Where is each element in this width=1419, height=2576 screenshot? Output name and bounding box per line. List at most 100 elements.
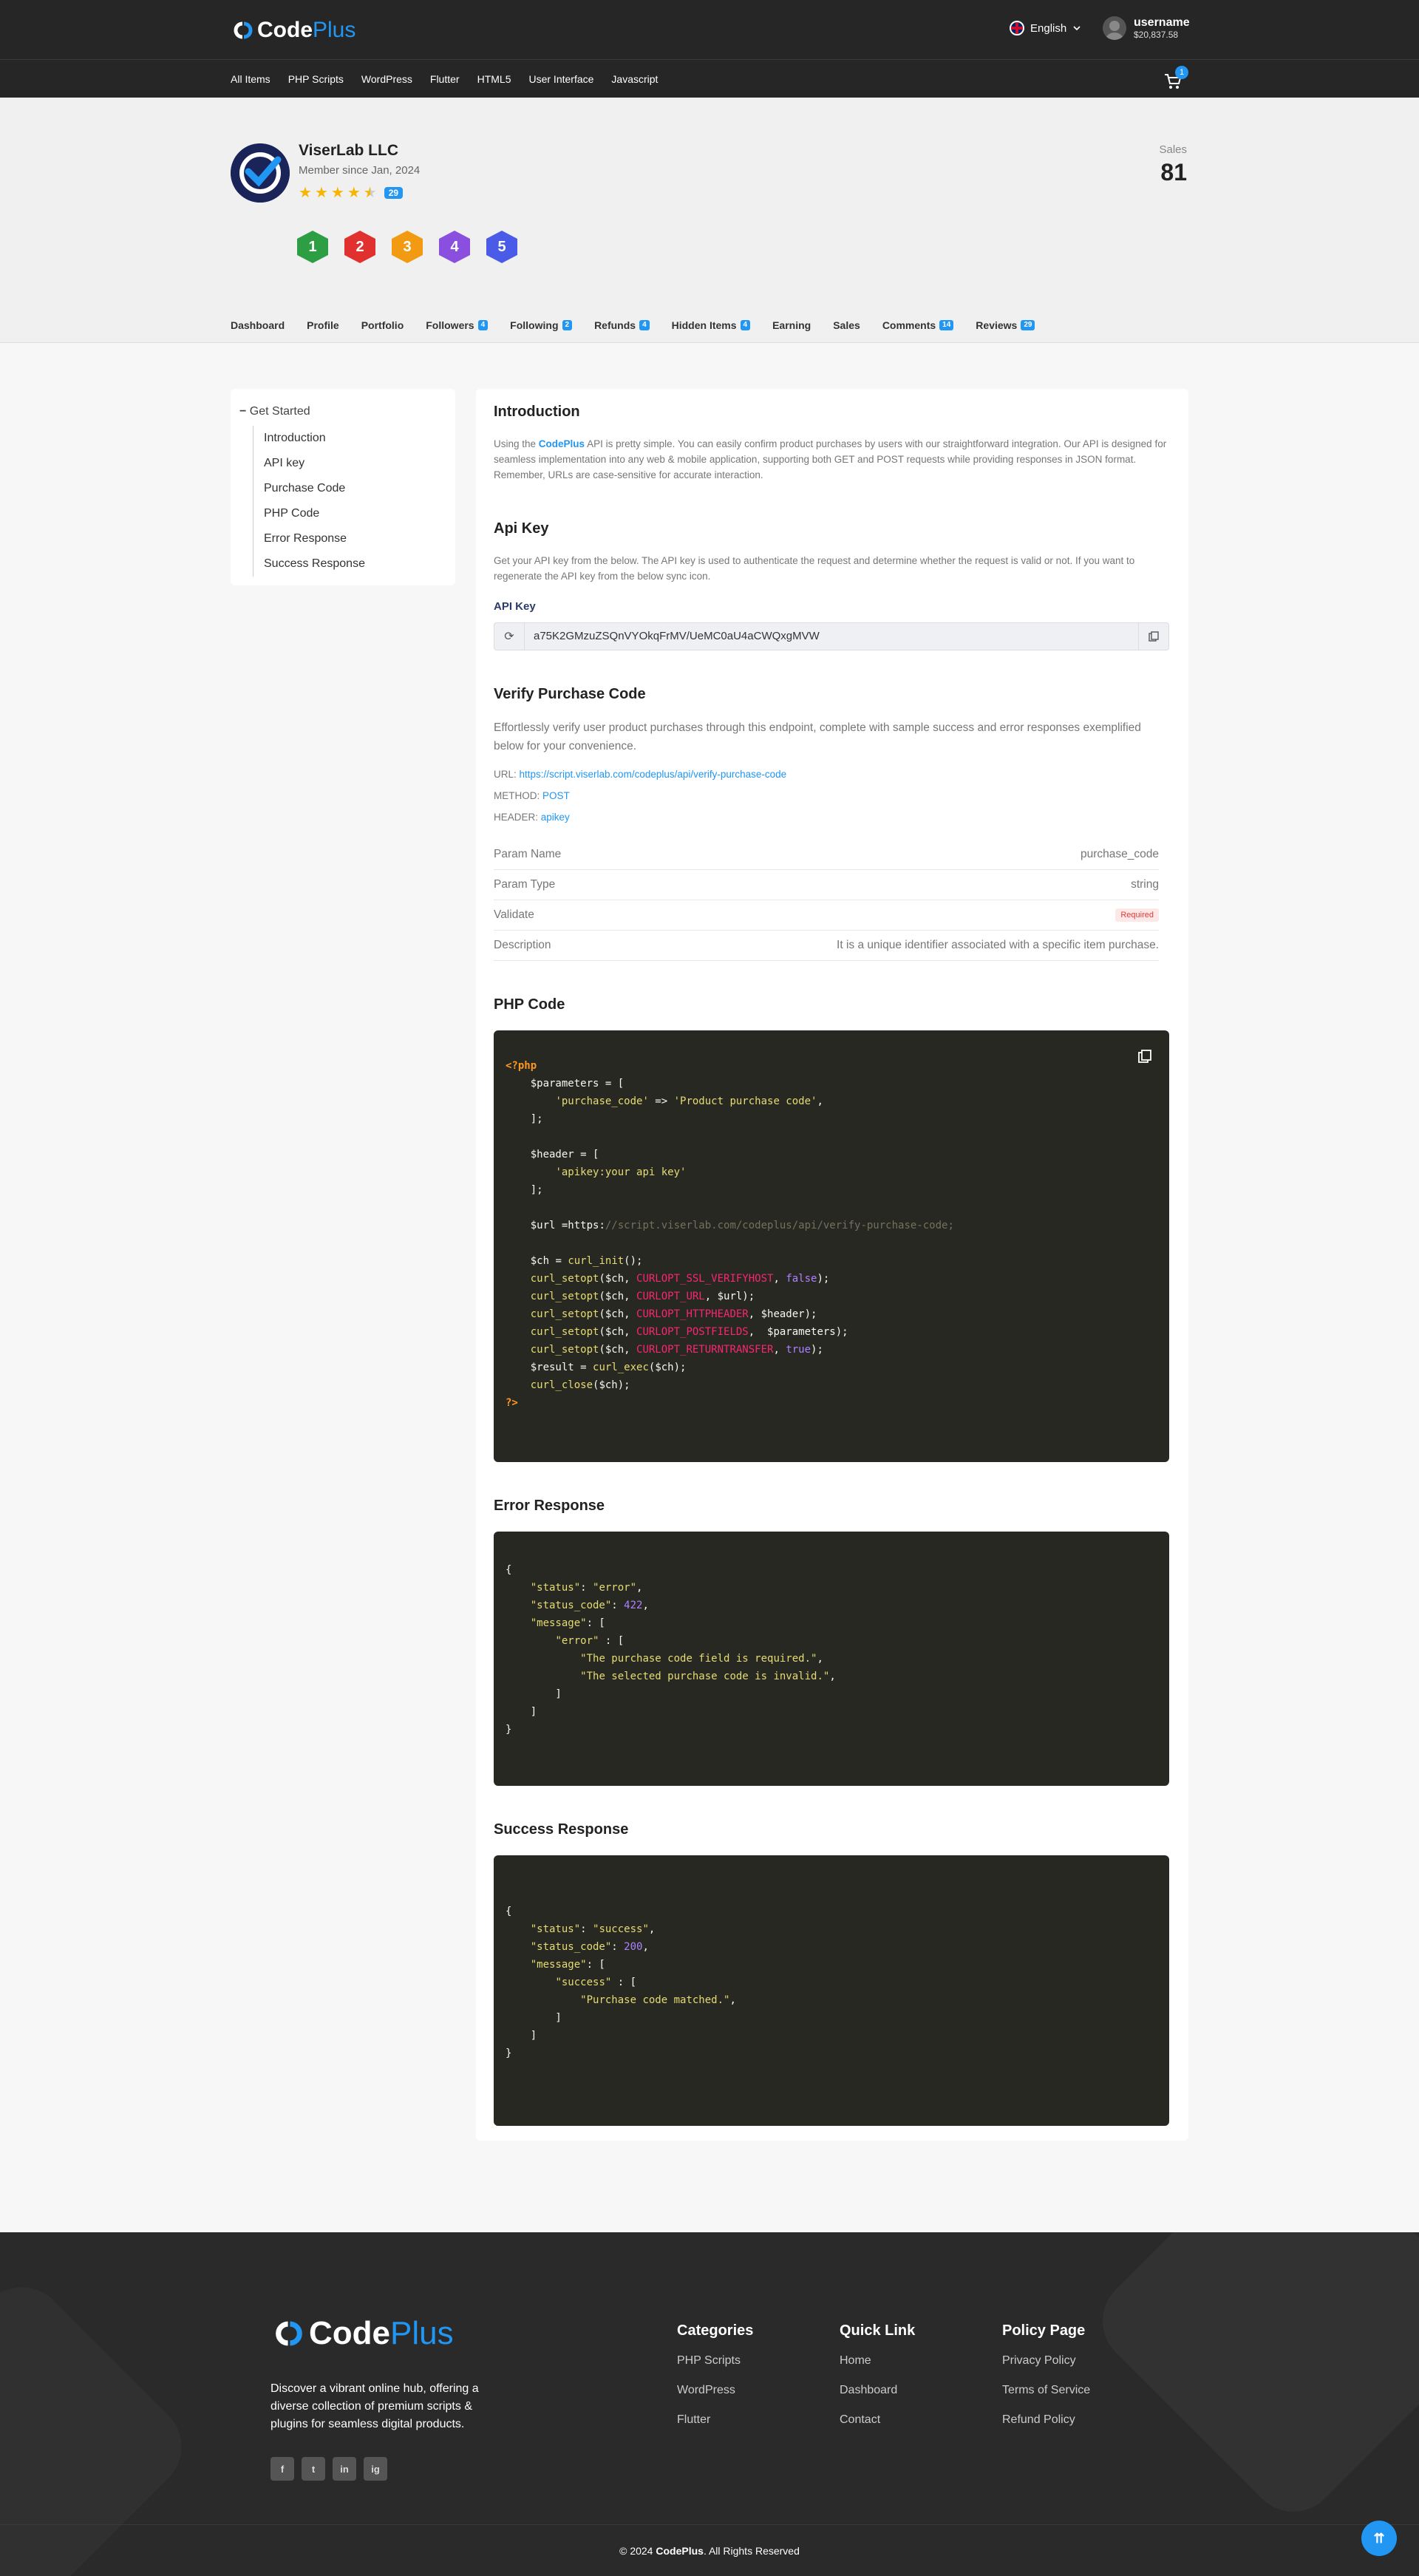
tab-following[interactable]: Following 2 xyxy=(510,319,573,331)
footer-link-php-scripts[interactable]: PHP Scripts xyxy=(677,2354,753,2384)
footer-column-policy-page: Policy Page Privacy Policy Terms of Servic… xyxy=(1002,2322,1090,2443)
footer-link-flutter[interactable]: Flutter xyxy=(677,2413,753,2443)
error-title: Error Response xyxy=(494,1498,605,1514)
level-badge: 3 xyxy=(392,231,423,263)
sidebar-item-php-code[interactable]: PHP Code xyxy=(264,501,365,526)
copy-icon[interactable] xyxy=(1139,623,1168,650)
tab-profile[interactable]: Profile xyxy=(307,319,339,331)
author-logo xyxy=(231,143,290,203)
language-selector[interactable]: English xyxy=(1010,21,1081,35)
username: username xyxy=(1134,16,1190,29)
instagram-icon[interactable]: ig xyxy=(364,2457,387,2481)
param-value: It is a unique identifier associated wit… xyxy=(837,939,1159,951)
level-badge: 2 xyxy=(344,231,375,263)
twitter-icon[interactable]: t xyxy=(302,2457,325,2481)
rating-stars: ★ ★ ★ ★ ★ 29 xyxy=(299,183,404,202)
php-code-block: <?php $parameters = [ 'purchase_code' =>… xyxy=(494,1030,1169,1462)
apikey-title: Api Key xyxy=(494,520,549,537)
param-row: Param Type string xyxy=(494,870,1159,900)
sidebar-heading-label: Get Started xyxy=(249,405,310,418)
user-menu[interactable]: username $20,837.58 xyxy=(1103,16,1190,40)
user-balance: $20,837.58 xyxy=(1134,30,1179,40)
footer-description: Discover a vibrant online hub, offering … xyxy=(270,2382,479,2430)
footer-logo[interactable]: Code Plus xyxy=(270,2315,454,2352)
cart-button[interactable]: 1 xyxy=(1163,66,1188,91)
sidebar-item-introduction[interactable]: Introduction xyxy=(264,426,365,451)
verify-url: URL: https://script.viserlab.com/codeplu… xyxy=(494,769,786,780)
member-since: Member since Jan, 2024 xyxy=(299,164,421,177)
footer-link-privacy-policy[interactable]: Privacy Policy xyxy=(1002,2354,1090,2384)
error-code-text: { "status": "error", "status_code": 422,… xyxy=(506,1564,836,1736)
sidebar-item-success-response[interactable]: Success Response xyxy=(264,551,365,577)
footer-link-terms-of-service[interactable]: Terms of Service xyxy=(1002,2384,1090,2413)
footer-link-wordpress[interactable]: WordPress xyxy=(677,2384,753,2413)
tab-earning[interactable]: Earning xyxy=(772,319,811,331)
star-icon: ★ xyxy=(330,185,344,201)
nav-item-wordpress[interactable]: WordPress xyxy=(361,73,412,85)
footer-column-categories: Categories PHP Scripts WordPress Flutter xyxy=(677,2322,753,2443)
nav-item-html5[interactable]: HTML5 xyxy=(477,73,511,85)
star-icon: ★ xyxy=(347,185,361,201)
footer-link-home[interactable]: Home xyxy=(840,2354,915,2384)
tab-sales[interactable]: Sales xyxy=(833,319,860,331)
tab-label: Refunds xyxy=(594,319,636,331)
logo-word-plus: Plus xyxy=(390,2315,454,2351)
viserlab-logo-icon xyxy=(231,143,290,203)
apikey-label: API Key xyxy=(494,600,536,613)
required-badge: Required xyxy=(1115,908,1159,922)
param-value: purchase_code xyxy=(1081,848,1159,860)
param-name: Param Type xyxy=(494,878,556,891)
sidebar-list: Introduction API key Purchase Code PHP Code… xyxy=(253,426,365,577)
verify-text: Effortlessly verify user product purchas… xyxy=(494,721,1141,752)
nav-item-flutter[interactable]: Flutter xyxy=(430,73,460,85)
tab-refunds[interactable]: Refunds 4 xyxy=(594,319,650,331)
sidebar-item-api-key[interactable]: API key xyxy=(264,451,365,476)
linkedin-icon[interactable]: in xyxy=(333,2457,356,2481)
intro-title: Introduction xyxy=(494,404,580,420)
facebook-icon[interactable]: f xyxy=(270,2457,294,2481)
copy-code-icon[interactable] xyxy=(1137,1048,1153,1064)
intro-text: Using the CodePlus API is pretty simple.… xyxy=(494,436,1171,483)
tab-label: Following xyxy=(510,319,559,331)
tab-dashboard[interactable]: Dashboard xyxy=(231,319,285,331)
nav-item-javascript[interactable]: Javascript xyxy=(611,73,658,85)
logo-word-code: Code xyxy=(309,2315,390,2351)
star-icon: ★ xyxy=(314,185,328,201)
profile-tabs: Dashboard Profile Portfolio Followers 4 Follo… xyxy=(231,319,1035,331)
site-logo[interactable]: Code Plus xyxy=(231,18,355,43)
double-chevron-up-icon: ⇈ xyxy=(1373,2530,1385,2546)
tab-followers[interactable]: Followers 4 xyxy=(426,319,489,331)
param-name: Description xyxy=(494,939,551,951)
tab-count-badge: 29 xyxy=(1021,320,1035,330)
tab-comments[interactable]: Comments 14 xyxy=(882,319,954,331)
logo-mark-icon xyxy=(276,2321,302,2346)
sync-icon[interactable]: ⟳ xyxy=(494,623,524,650)
footer-link-dashboard[interactable]: Dashboard xyxy=(840,2384,915,2413)
tab-reviews[interactable]: Reviews 29 xyxy=(976,319,1035,331)
success-title: Success Response xyxy=(494,1821,629,1838)
nav-item-user-interface[interactable]: User Interface xyxy=(528,73,593,85)
param-row: Description It is a unique identifier ass… xyxy=(494,931,1159,961)
sidebar-item-error-response[interactable]: Error Response xyxy=(264,526,365,551)
language-label: English xyxy=(1030,21,1067,35)
footer-column-title: Categories xyxy=(677,2322,754,2339)
scroll-to-top-button[interactable]: ⇈ xyxy=(1361,2521,1397,2556)
level-badges: 12345 xyxy=(297,231,517,263)
sales-summary: Sales 81 xyxy=(1159,143,1187,186)
footer-link-refund-policy[interactable]: Refund Policy xyxy=(1002,2413,1090,2443)
sidebar-item-purchase-code[interactable]: Purchase Code xyxy=(264,476,365,501)
tab-hidden-items[interactable]: Hidden Items 4 xyxy=(672,319,751,331)
nav-item-php-scripts[interactable]: PHP Scripts xyxy=(288,73,344,85)
footer-link-contact[interactable]: Contact xyxy=(840,2413,915,2443)
apikey-input[interactable]: a75K2GMzuZSQnVYOkqFrMV/UeMC0aU4aCWQxgMVW xyxy=(524,623,1139,650)
avatar xyxy=(1103,16,1126,40)
success-code-text: { "status": "success", "status_code": 20… xyxy=(506,1906,736,2059)
sidebar-heading[interactable]: − Get Started xyxy=(239,405,310,418)
verify-title: Verify Purchase Code xyxy=(494,686,646,702)
url-link[interactable]: https://script.viserlab.com/codeplus/api… xyxy=(520,769,787,780)
tab-count-badge: 4 xyxy=(740,320,751,330)
docs-content: Introduction Using the CodePlus API is p… xyxy=(476,389,1188,2141)
nav-item-all-items[interactable]: All Items xyxy=(231,73,270,85)
tab-portfolio[interactable]: Portfolio xyxy=(361,319,404,331)
half-star-icon: ★ xyxy=(363,185,377,201)
